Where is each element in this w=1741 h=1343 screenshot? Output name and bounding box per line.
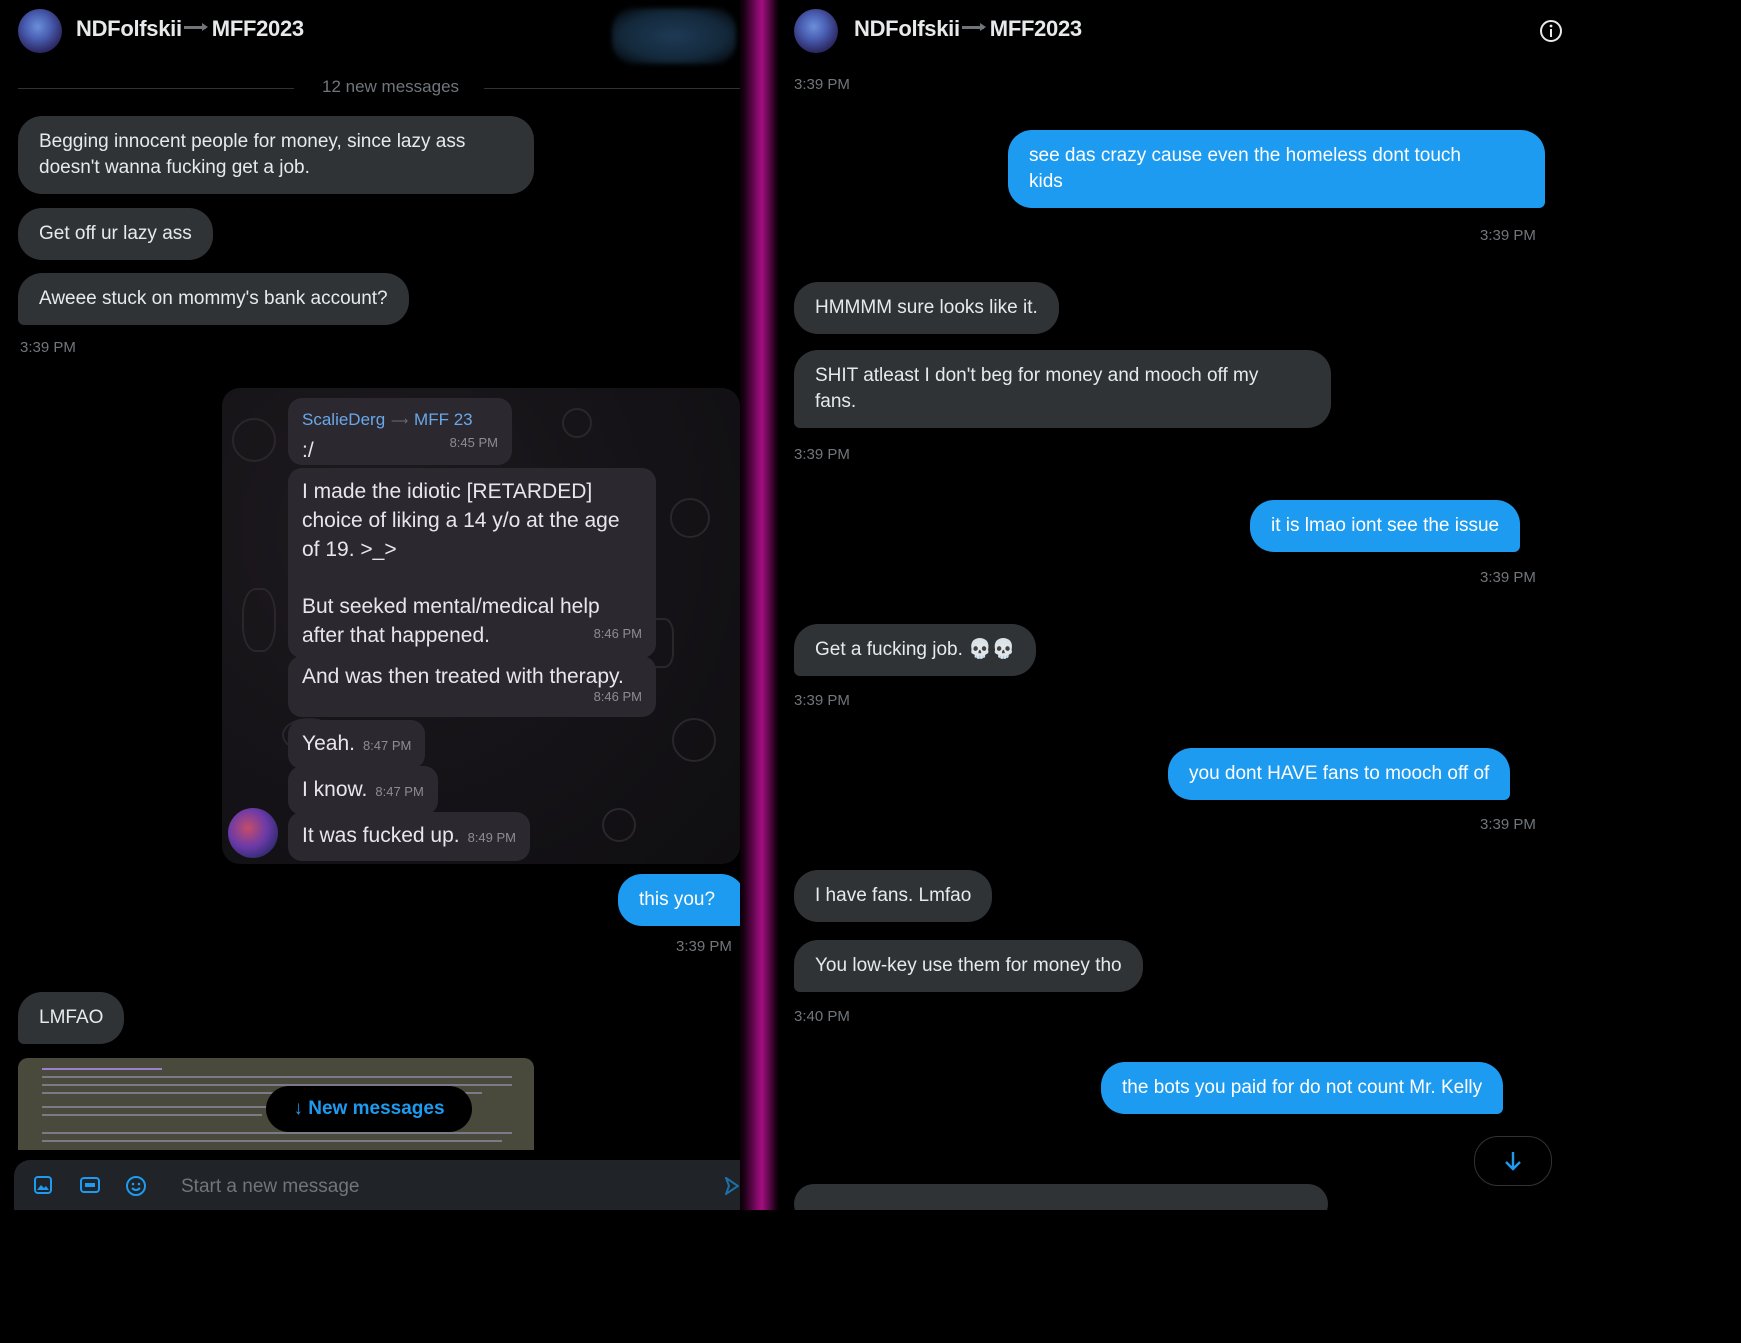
- attached-image[interactable]: ScalieDerg ⟶ MFF 23 :/8:45 PM I made the…: [222, 388, 740, 864]
- new-messages-button[interactable]: ↓ New messages: [266, 1086, 472, 1132]
- username: NDFolfskii: [854, 16, 960, 41]
- timestamp: 3:39 PM: [1480, 816, 1536, 833]
- message-bubble[interactable]: Get off ur lazy ass: [18, 208, 213, 260]
- message-text: Begging innocent people for money, since…: [39, 131, 466, 152]
- message-text: Get a fucking job. 💀💀: [815, 639, 1016, 660]
- gif-icon[interactable]: [78, 1174, 102, 1196]
- message-bubble-sent[interactable]: you dont HAVE fans to mooch off of: [1168, 748, 1511, 800]
- message-bubble[interactable]: SHIT atleast I don't beg for money and m…: [794, 350, 1331, 428]
- message-text: You low-key use them for money tho: [815, 955, 1122, 976]
- message-text: after that happened.: [302, 624, 490, 647]
- message-text: It was fucked up.: [302, 824, 460, 847]
- conversation-header: NDFolfskii MFF2023: [778, 0, 1568, 62]
- message-bubble[interactable]: Aweee stuck on mommy's bank account?: [18, 273, 409, 325]
- message-bubble[interactable]: You low-key use them for money tho: [794, 940, 1143, 992]
- message-text: this you?: [639, 889, 716, 910]
- message-text: you dont HAVE fans to mooch off of: [1189, 763, 1490, 784]
- quoted-message: ScalieDerg ⟶ MFF 23 :/8:45 PM: [288, 398, 512, 465]
- message-bubble[interactable]: LMFAO: [18, 992, 125, 1044]
- message-text: it is lmao iont see the issue: [1271, 515, 1500, 536]
- username-suffix: MFF2023: [989, 16, 1082, 41]
- message-bubble[interactable]: HMMMM sure looks like it.: [794, 282, 1059, 334]
- message-text: choice of liking a 14 y/o at the age: [302, 509, 620, 532]
- message-input[interactable]: Start a new message: [181, 1176, 359, 1198]
- message-text: see das crazy cause even the homeless do…: [1029, 145, 1461, 166]
- avatar[interactable]: [794, 9, 838, 53]
- quoted-message: I made the idiotic [RETARDED] choice of …: [288, 468, 656, 658]
- divider-label: 12 new messages: [322, 77, 460, 96]
- screenshot-composite: NDFolfskii MFF2023 12 new messages Beggin…: [0, 0, 1568, 1210]
- timestamp: 3:39 PM: [794, 76, 850, 93]
- message-time: 8:46 PM: [593, 689, 642, 704]
- message-bubble[interactable]: I have fans. Lmfao: [794, 870, 993, 922]
- timestamp: 3:39 PM: [1480, 569, 1536, 586]
- message-text: SHIT atleast I don't beg for money and m…: [815, 365, 1259, 386]
- message-text: of 19. >_>: [302, 538, 397, 561]
- username: NDFolfskii: [76, 16, 182, 41]
- timestamp: 3:40 PM: [794, 1008, 850, 1025]
- message-text: But seeked mental/medical help: [302, 595, 600, 618]
- message-text: the bots you paid for do not count Mr. K…: [1122, 1077, 1483, 1098]
- message-text: Get off ur lazy ass: [39, 223, 192, 244]
- message-text: :/: [302, 439, 314, 462]
- message-time: 8:49 PM: [467, 830, 517, 845]
- message-text: fans.: [815, 391, 857, 412]
- message-text: I have fans. Lmfao: [815, 885, 972, 906]
- partial-message-bubble: [794, 1184, 1328, 1210]
- message-text: Yeah.: [302, 732, 355, 755]
- message-bubble-sent[interactable]: it is lmao iont see the issue: [1250, 500, 1521, 552]
- image-icon[interactable]: [32, 1174, 54, 1196]
- timestamp: 3:39 PM: [794, 446, 850, 463]
- message-time: 8:45 PM: [449, 435, 498, 450]
- message-text: And was then treated with therapy.: [302, 665, 624, 688]
- message-composer: Start a new message: [14, 1160, 740, 1210]
- right-dm-panel: NDFolfskii MFF2023 3:39 PM see das crazy …: [778, 0, 1568, 1210]
- message-time: 8:46 PM: [593, 626, 642, 641]
- arrow-icon: [183, 23, 210, 36]
- timestamp: 3:39 PM: [794, 692, 850, 709]
- username-suffix: MFF2023: [211, 16, 304, 41]
- sender-name: ScalieDerg: [302, 410, 386, 429]
- emoji-icon[interactable]: [124, 1174, 148, 1198]
- conversation-header: NDFolfskii MFF2023: [0, 0, 740, 64]
- quoted-message: Yeah. 8:47 PM: [288, 720, 426, 769]
- message-text: I made the idiotic [RETARDED]: [302, 480, 593, 503]
- conversation-title[interactable]: NDFolfskii MFF2023: [76, 16, 304, 42]
- message-text: doesn't wanna fucking get a job.: [39, 157, 310, 178]
- arrow-down-icon: [1501, 1149, 1525, 1173]
- blurred-region: [612, 8, 736, 64]
- message-bubble[interactable]: Begging innocent people for money, since…: [18, 116, 534, 194]
- message-bubble-sent[interactable]: the bots you paid for do not count Mr. K…: [1101, 1062, 1504, 1114]
- timestamp: 3:39 PM: [676, 938, 732, 955]
- message-text: Aweee stuck on mommy's bank account?: [39, 288, 388, 309]
- sender-avatar: [228, 808, 278, 858]
- message-bubble[interactable]: Get a fucking job. 💀💀: [794, 624, 1037, 676]
- message-time: 8:47 PM: [362, 738, 412, 753]
- message-bubble-sent[interactable]: see das crazy cause even the homeless do…: [1008, 130, 1545, 208]
- message-bubble-sent[interactable]: this you?: [618, 874, 740, 926]
- message-text: I know.: [302, 778, 368, 801]
- timestamp: 3:39 PM: [20, 339, 76, 356]
- quoted-message: I know. 8:47 PM: [288, 766, 438, 815]
- timestamp: 3:39 PM: [1480, 227, 1536, 244]
- scroll-to-bottom-button[interactable]: [1474, 1136, 1552, 1186]
- sender-tag: MFF 23: [414, 410, 473, 429]
- quoted-message: And was then treated with therapy. 8:46 …: [288, 656, 656, 717]
- new-messages-divider: 12 new messages: [18, 77, 740, 96]
- message-text: kids: [1029, 171, 1063, 192]
- message-text: LMFAO: [39, 1007, 104, 1028]
- avatar[interactable]: [18, 9, 62, 53]
- send-icon[interactable]: [724, 1176, 740, 1196]
- conversation-title[interactable]: NDFolfskii MFF2023: [854, 16, 1082, 42]
- message-time: 8:47 PM: [375, 784, 424, 799]
- quoted-message: It was fucked up. 8:49 PM: [288, 812, 531, 861]
- message-text: HMMMM sure looks like it.: [815, 297, 1038, 318]
- left-dm-panel: NDFolfskii MFF2023 12 new messages Beggin…: [0, 0, 740, 1210]
- new-messages-label: ↓ New messages: [293, 1098, 445, 1119]
- info-icon[interactable]: [1538, 18, 1564, 44]
- arrow-icon: [961, 23, 988, 36]
